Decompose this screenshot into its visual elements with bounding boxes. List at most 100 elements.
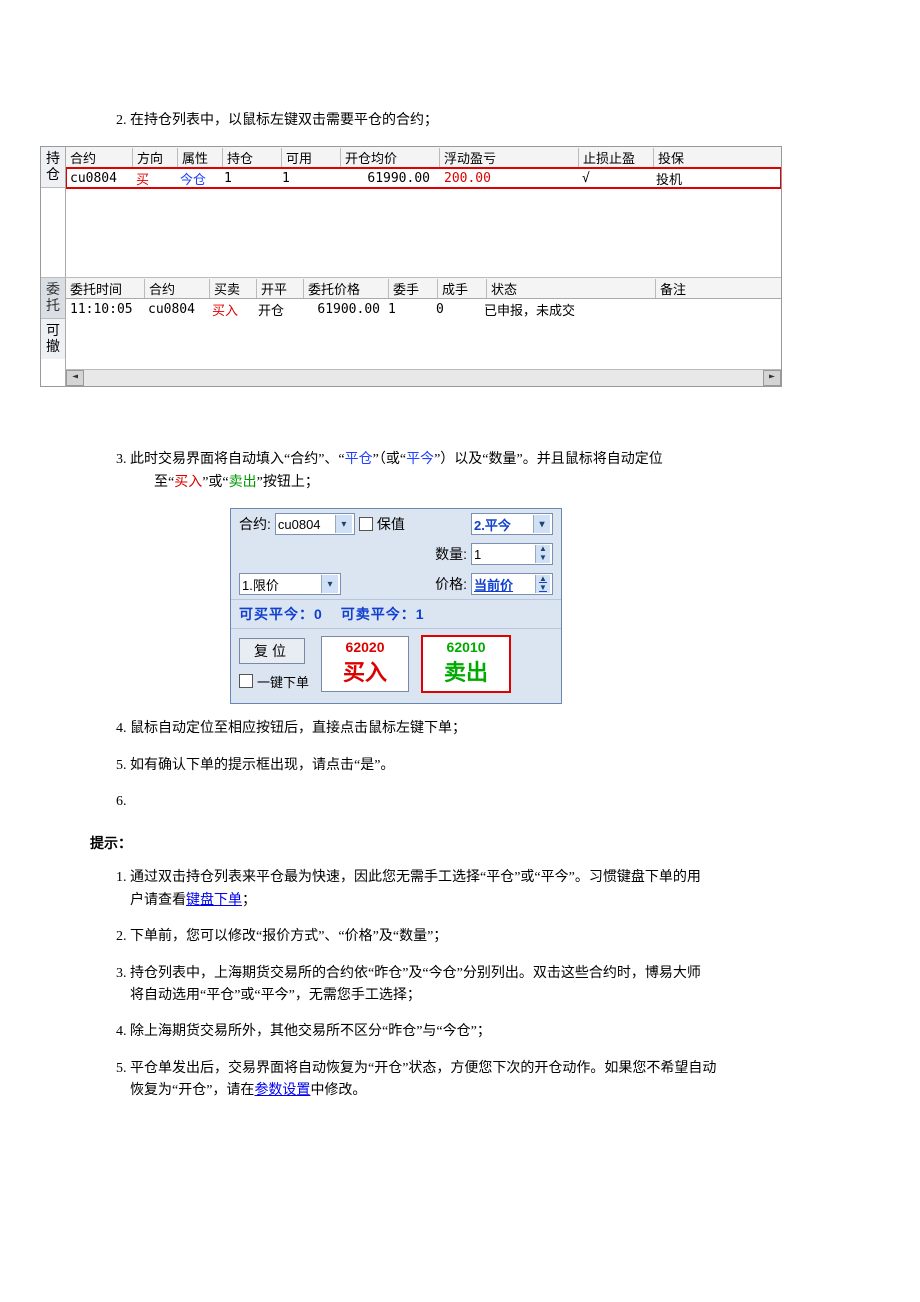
positions-orders-panel: 持仓 合约 方向 属性 持仓 可用 开仓均价 浮动盈亏 止损止盈 投保 cu08… xyxy=(40,146,782,387)
arrow-down-icon[interactable]: ▼ xyxy=(536,584,550,593)
contract-dropdown[interactable]: cu0804 ▾ xyxy=(275,513,355,535)
openclose-dropdown[interactable]: 2.平今 ▾ xyxy=(471,513,553,535)
step-5: 如有确认下单的提示框出现，请点击“是”。 xyxy=(130,755,830,777)
tips-heading: 提示： xyxy=(90,833,830,853)
tip3-b: 将自动选用“平仓”或“平今”，无需您手工选择； xyxy=(130,988,421,1003)
cell-oc: 开仓 xyxy=(254,300,300,319)
buy-button[interactable]: 62020 买入 xyxy=(321,636,409,692)
pricetype-dropdown[interactable]: 1.限价 ▾ xyxy=(239,573,341,595)
cell-dir: 买 xyxy=(132,169,176,188)
step3-l2b: ”或“ xyxy=(202,475,228,490)
oneclick-checkbox[interactable] xyxy=(239,674,253,688)
scroll-left-icon[interactable]: ◄ xyxy=(66,370,84,386)
positions-grid[interactable]: 合约 方向 属性 持仓 可用 开仓均价 浮动盈亏 止损止盈 投保 cu0804 … xyxy=(66,147,781,277)
tip5-a: 平仓单发出后，交易界面将自动恢复为“开仓”状态，方便您下次的开仓动作。如果您不希… xyxy=(130,1061,716,1076)
table-row[interactable]: cu0804 买 今仓 1 1 61990.00 200.00 √ 投机 xyxy=(66,168,781,188)
col-attr[interactable]: 属性 xyxy=(178,148,223,167)
col-avail[interactable]: 可用 xyxy=(282,148,341,167)
step-2: 在持仓列表中，以鼠标左键双击需要平仓的合约； xyxy=(130,110,830,132)
cell-hedge: 投机 xyxy=(652,169,781,188)
step-4: 鼠标自动定位至相应按钮后，直接点击鼠标左键下单； xyxy=(130,718,830,740)
col-hedge[interactable]: 投保 xyxy=(654,148,781,167)
buy-text: 买入 xyxy=(322,655,408,687)
step-6-empty xyxy=(130,791,830,813)
col-time[interactable]: 委托时间 xyxy=(66,279,145,298)
step3-c: ”）以及“数量”。并且鼠标将自动定位 xyxy=(434,452,663,467)
tip4-text: 除上海期货交易所外，其他交易所不区分“昨仓”与“今仓”； xyxy=(130,1024,491,1039)
tip-4: 除上海期货交易所外，其他交易所不区分“昨仓”与“今仓”； xyxy=(130,1021,830,1043)
tip-1: 通过双击持仓列表来平仓最为快速，因此您无需手工选择“平仓”或“平今”。习惯键盘下… xyxy=(130,867,830,912)
col-status[interactable]: 状态 xyxy=(487,279,656,298)
hedge-checkbox[interactable] xyxy=(359,517,373,531)
col-dir[interactable]: 方向 xyxy=(133,148,178,167)
cell-ord: 1 xyxy=(384,302,432,317)
price-stepper[interactable]: 当前价 ▲▼ xyxy=(471,573,553,595)
col-contract2[interactable]: 合约 xyxy=(145,279,210,298)
tab-orders[interactable]: 委托 xyxy=(41,278,65,319)
tip1-a: 通过双击持仓列表来平仓最为快速，因此您无需手工选择“平仓”或“平今”。习惯键盘下… xyxy=(130,870,701,885)
col-ord[interactable]: 委手 xyxy=(389,279,438,298)
cell-time: 11:10:05 xyxy=(66,302,144,317)
cell-avail: 1 xyxy=(278,171,336,186)
horizontal-scrollbar[interactable]: ◄ ► xyxy=(66,369,781,386)
tip3-a: 持仓列表中，上海期货交易所的合约依“昨仓”及“今仓”分别列出。双击这些合约时，博… xyxy=(130,966,701,981)
step3-sell: 卖出 xyxy=(229,475,257,490)
cell-stop: √ xyxy=(578,171,652,186)
qty-stepper[interactable]: 1 ▲▼ xyxy=(471,543,553,565)
oneclick-label: 一键下单 xyxy=(257,672,309,691)
avail-buy: 可买平今：0 xyxy=(239,604,323,624)
tip-2: 下单前，您可以修改“报价方式”、“价格”及“数量”； xyxy=(130,926,830,948)
col-bs[interactable]: 买卖 xyxy=(210,279,257,298)
label-qty: 数量: xyxy=(435,544,467,564)
tip5-b-suf: 中修改。 xyxy=(310,1083,366,1098)
price-value: 当前价 xyxy=(474,575,535,594)
col-avg[interactable]: 开仓均价 xyxy=(341,148,440,167)
cell-status: 已申报，未成交 xyxy=(480,300,688,319)
col-pnl[interactable]: 浮动盈亏 xyxy=(440,148,579,167)
col-price[interactable]: 委托价格 xyxy=(304,279,389,298)
tip-3: 持仓列表中，上海期货交易所的合约依“昨仓”及“今仓”分别列出。双击这些合约时，博… xyxy=(130,963,830,1008)
chevron-down-icon[interactable]: ▾ xyxy=(533,515,550,533)
chevron-down-icon[interactable]: ▾ xyxy=(335,515,352,533)
col-oc[interactable]: 开平 xyxy=(257,279,304,298)
tab-cancellable[interactable]: 可撤 xyxy=(41,319,65,359)
step3-b: ”（或“ xyxy=(373,452,406,467)
table-row[interactable]: 11:10:05 cu0804 买入 开仓 61900.00 1 0 已申报，未… xyxy=(66,299,781,319)
param-settings-link[interactable]: 参数设置 xyxy=(254,1083,310,1098)
cell-fill: 0 xyxy=(432,302,480,317)
buy-price: 62020 xyxy=(322,639,408,655)
tip1-b: 户请查看 xyxy=(130,893,186,908)
hedge-label: 保值 xyxy=(377,514,405,534)
sell-text: 卖出 xyxy=(423,655,509,687)
step3-pingjin: 平今 xyxy=(406,452,434,467)
step3-buy: 买入 xyxy=(174,475,202,490)
tab-positions[interactable]: 持仓 xyxy=(41,147,65,188)
col-fill[interactable]: 成手 xyxy=(438,279,487,298)
cell-contract: cu0804 xyxy=(144,302,208,317)
cell-price: 61900.00 xyxy=(300,302,384,317)
pricetype-value: 1.限价 xyxy=(242,575,321,594)
step3-l2c: ”按钮上； xyxy=(257,475,319,490)
arrow-down-icon[interactable]: ▼ xyxy=(536,554,550,563)
step-2-text: 在持仓列表中，以鼠标左键双击需要平仓的合约； xyxy=(130,113,438,128)
avail-sell: 可卖平今：1 xyxy=(341,604,425,624)
cell-avg: 61990.00 xyxy=(336,171,434,186)
col-remark[interactable]: 备注 xyxy=(656,279,781,298)
label-contract: 合约: xyxy=(239,514,271,534)
step3-pingcang: 平仓 xyxy=(345,452,373,467)
qty-value: 1 xyxy=(474,547,535,562)
contract-value: cu0804 xyxy=(278,517,335,532)
cell-bs: 买入 xyxy=(208,300,254,319)
keyboard-order-link[interactable]: 键盘下单 xyxy=(186,893,242,908)
openclose-value: 2.平今 xyxy=(474,515,533,534)
step4-text: 鼠标自动定位至相应按钮后，直接点击鼠标左键下单； xyxy=(130,721,466,736)
col-stop[interactable]: 止损止盈 xyxy=(579,148,654,167)
chevron-down-icon[interactable]: ▾ xyxy=(321,575,338,593)
orders-grid[interactable]: 委托时间 合约 买卖 开平 委托价格 委手 成手 状态 备注 11:10:05 … xyxy=(66,278,781,386)
scroll-right-icon[interactable]: ► xyxy=(763,370,781,386)
col-pos[interactable]: 持仓 xyxy=(223,148,282,167)
reset-button[interactable]: 复位 xyxy=(239,638,305,664)
col-contract[interactable]: 合约 xyxy=(66,148,133,167)
sell-button[interactable]: 62010 卖出 xyxy=(421,635,511,693)
tip2-text: 下单前，您可以修改“报价方式”、“价格”及“数量”； xyxy=(130,929,447,944)
